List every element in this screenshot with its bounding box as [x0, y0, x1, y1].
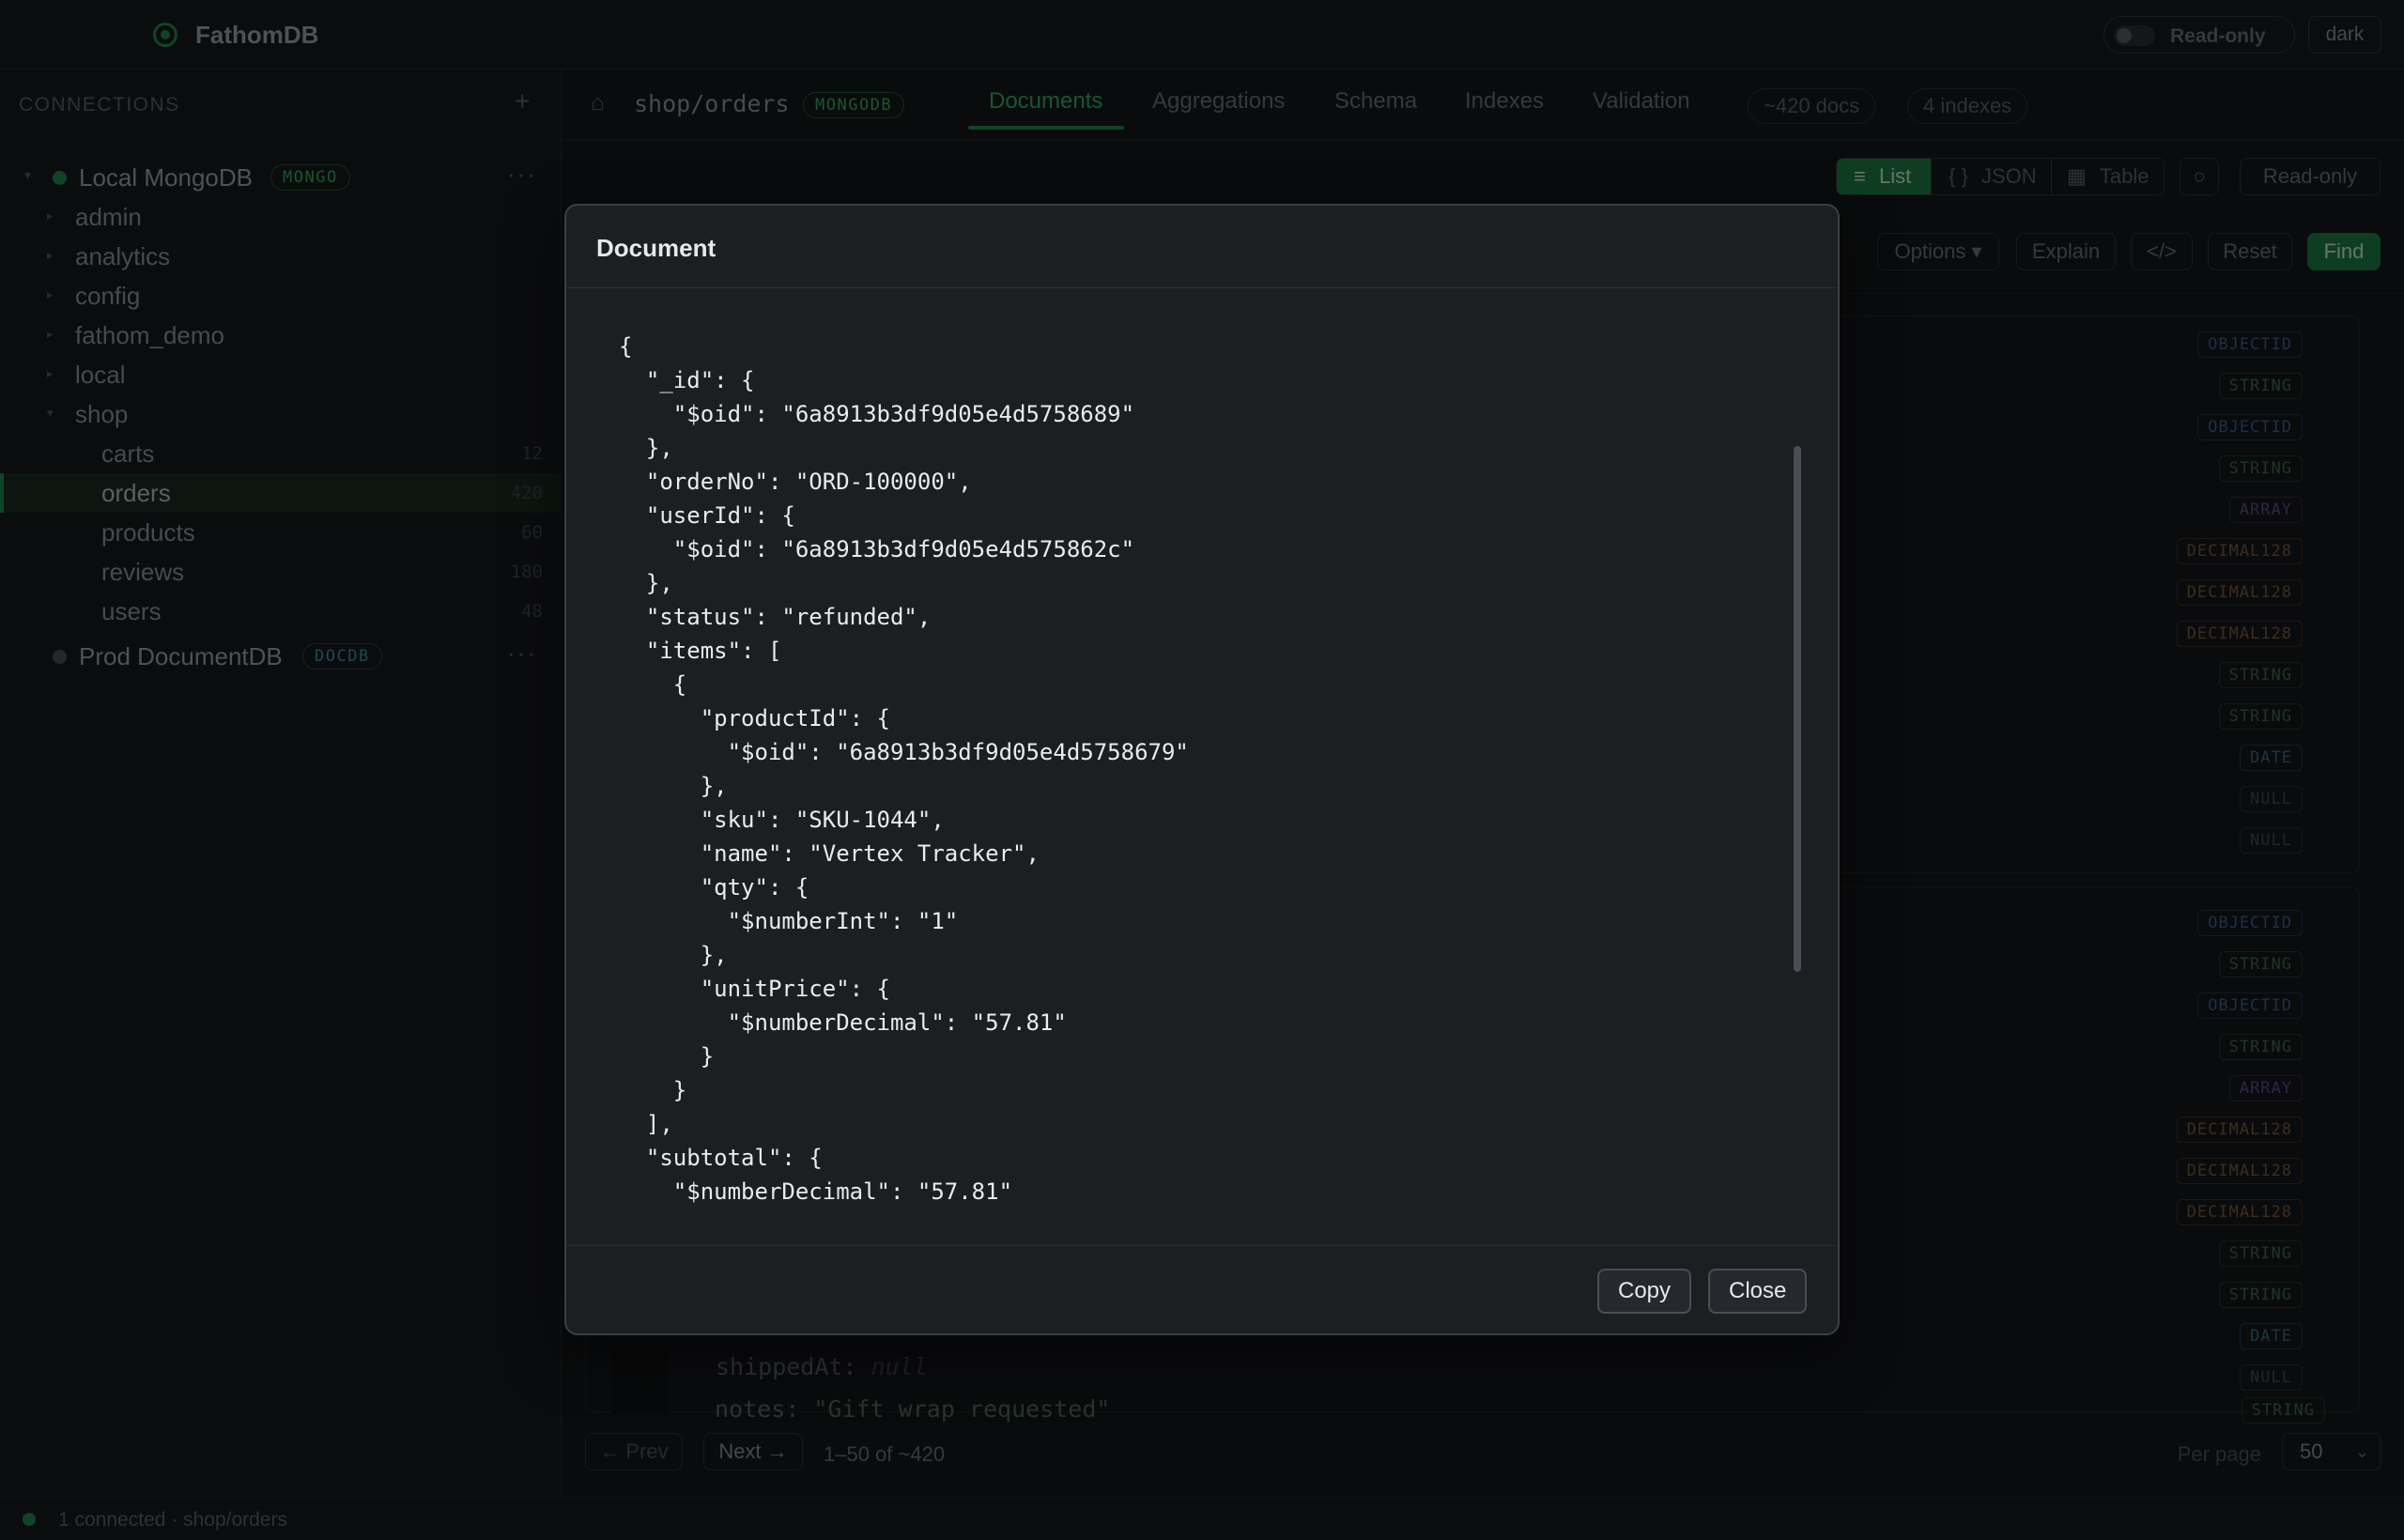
- modal-body[interactable]: { "_id": { "$oid": "6a8913b3df9d05e4d575…: [566, 288, 1838, 1231]
- modal-footer: Copy Close: [566, 1245, 1838, 1333]
- modal-header: Document: [566, 206, 1838, 288]
- modal-title: Document: [596, 234, 717, 262]
- close-button[interactable]: Close: [1708, 1269, 1808, 1314]
- modal-scrollbar[interactable]: [1794, 446, 1801, 972]
- copy-button[interactable]: Copy: [1597, 1269, 1692, 1314]
- document-modal: Document { "_id": { "$oid": "6a8913b3df9…: [564, 204, 1840, 1335]
- document-json: { "_id": { "$oid": "6a8913b3df9d05e4d575…: [619, 333, 1189, 1205]
